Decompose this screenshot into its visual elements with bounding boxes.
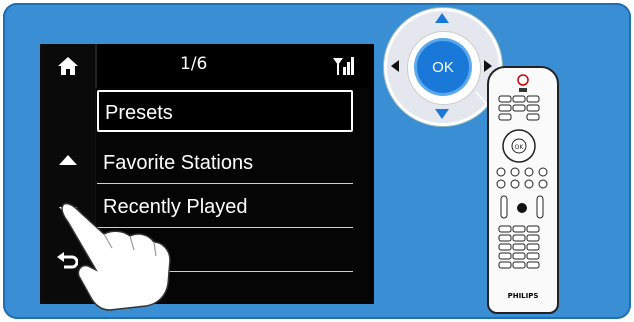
remote-buttons: OK [496, 74, 548, 269]
home-icon [57, 57, 78, 75]
dpad-up-icon[interactable] [435, 13, 449, 23]
menu-item-favorite-stations[interactable]: Favorite Stations [97, 142, 353, 184]
top-bar: 1/6 [40, 44, 374, 88]
svg-text:OK: OK [515, 144, 525, 151]
page-indicator: 1/6 [180, 54, 208, 74]
menu-item-presets[interactable]: Presets [97, 90, 353, 132]
signal-icon [333, 57, 354, 75]
topbar-separator [95, 44, 97, 88]
remote-brand-label: PHILIPS [507, 292, 539, 300]
ok-button[interactable]: OK [417, 41, 469, 93]
up-arrow-icon[interactable] [58, 154, 78, 166]
remote-control: OK PHILIPS [487, 66, 559, 314]
dpad-down-icon[interactable] [435, 109, 449, 119]
pointing-hand-icon [61, 202, 171, 311]
home-button[interactable] [40, 44, 95, 88]
dpad-left-icon[interactable] [391, 60, 399, 72]
